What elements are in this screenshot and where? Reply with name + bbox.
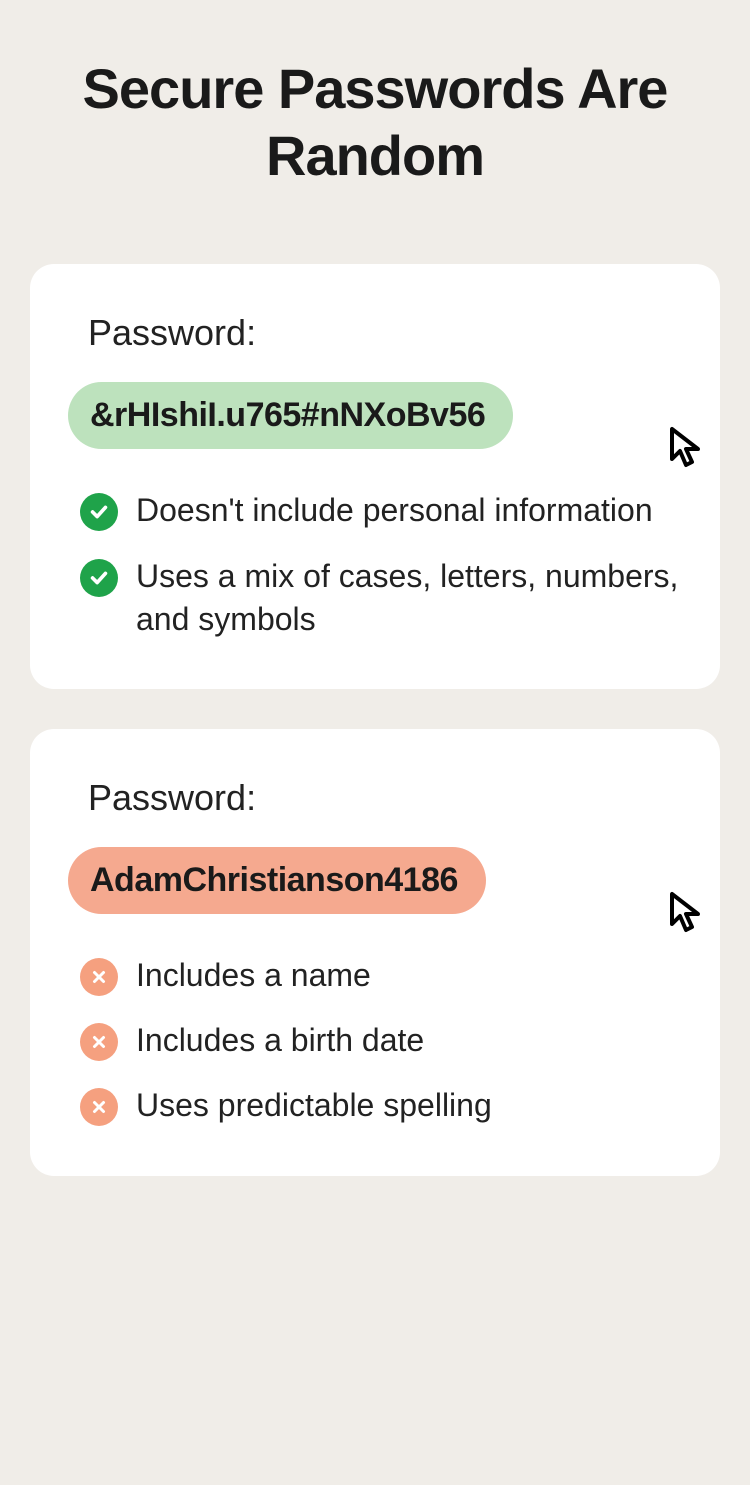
bad-password-card: Password: AdamChristianson4186 Includes …: [30, 729, 720, 1176]
bad-password-value: AdamChristianson4186: [68, 847, 486, 914]
bad-feature-text: Includes a name: [136, 954, 371, 997]
cursor-icon: [662, 423, 710, 471]
good-password-pill-wrapper: &rHIshiI.u765#nNXoBv56: [68, 382, 682, 449]
check-icon: [80, 559, 118, 597]
bad-password-pill-wrapper: AdamChristianson4186: [68, 847, 682, 914]
good-feature-text: Doesn't include personal information: [136, 489, 653, 532]
good-feature-text: Uses a mix of cases, letters, numbers, a…: [136, 555, 682, 641]
page-title: Secure Passwords Are Random: [30, 55, 720, 189]
good-password-card: Password: &rHIshiI.u765#nNXoBv56 Doesn't…: [30, 264, 720, 689]
good-feature-list: Doesn't include personal information Use…: [68, 489, 682, 641]
bad-feature-item: Uses predictable spelling: [80, 1084, 682, 1127]
bad-feature-item: Includes a birth date: [80, 1019, 682, 1062]
x-icon: [80, 1088, 118, 1126]
bad-password-label: Password:: [68, 777, 682, 819]
good-feature-item: Doesn't include personal information: [80, 489, 682, 532]
good-feature-item: Uses a mix of cases, letters, numbers, a…: [80, 555, 682, 641]
bad-feature-item: Includes a name: [80, 954, 682, 997]
bad-feature-text: Uses predictable spelling: [136, 1084, 492, 1127]
x-icon: [80, 958, 118, 996]
check-icon: [80, 493, 118, 531]
x-icon: [80, 1023, 118, 1061]
good-password-value: &rHIshiI.u765#nNXoBv56: [68, 382, 513, 449]
bad-feature-text: Includes a birth date: [136, 1019, 424, 1062]
bad-feature-list: Includes a name Includes a birth date Us…: [68, 954, 682, 1128]
cursor-icon: [662, 888, 710, 936]
good-password-label: Password:: [68, 312, 682, 354]
